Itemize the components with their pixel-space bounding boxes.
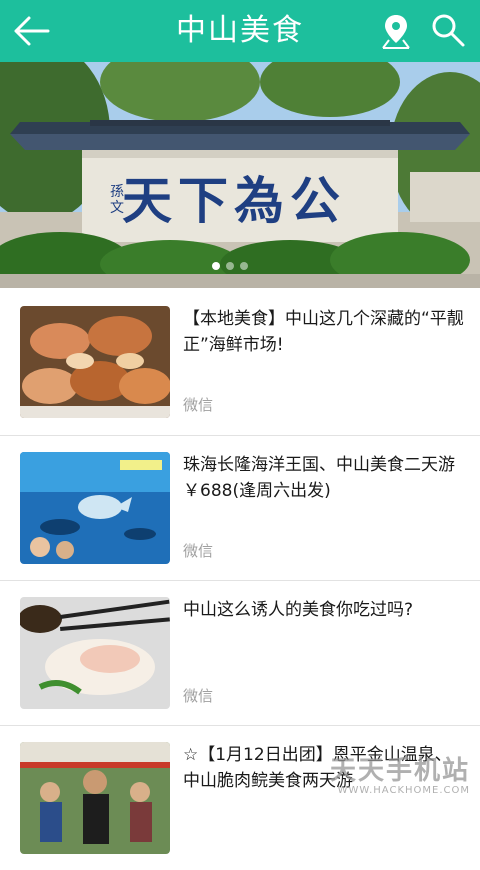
list-item[interactable]: 【本地美食】中山这几个深藏的“平靓正”海鲜市场! 微信 <box>0 290 480 435</box>
carousel-dot-active <box>212 262 220 270</box>
app-header: 中山美食 <box>0 0 480 62</box>
list-item[interactable]: 中山这么诱人的美食你吃过吗? 微信 <box>0 580 480 725</box>
list-item[interactable]: 珠海长隆海洋王国、中山美食二天游￥688(逢周六出发) 微信 <box>0 435 480 580</box>
search-icon[interactable] <box>430 12 466 48</box>
watermark: 天天手机站 WWW.HACKHOME.COM <box>330 757 470 796</box>
carousel-dot <box>240 262 248 270</box>
ocean-park-thumbnail <box>20 452 170 564</box>
article-title: 中山这么诱人的美食你吃过吗? <box>183 597 468 623</box>
map-pin-icon[interactable] <box>380 12 412 50</box>
article-title: 【本地美食】中山这几个深藏的“平靓正”海鲜市场! <box>183 306 468 358</box>
rice-roll-thumbnail <box>20 597 170 709</box>
article-source: 微信 <box>183 685 213 706</box>
watermark-url: WWW.HACKHOME.COM <box>330 785 470 796</box>
watermark-title: 天天手机站 <box>330 757 470 785</box>
banner-caption: 天下為公 <box>122 166 382 236</box>
article-source: 微信 <box>183 394 213 415</box>
list-item[interactable]: ☆【1月12日出团】恩平金山温泉、中山脆肉鲩美食两天游 <box>0 725 480 870</box>
carousel-dot <box>226 262 234 270</box>
tour-group-thumbnail <box>20 742 170 854</box>
article-title: 珠海长隆海洋王国、中山美食二天游￥688(逢周六出发) <box>183 452 468 504</box>
seafood-thumbnail <box>20 306 170 418</box>
article-source: 微信 <box>183 540 213 561</box>
carousel-indicator <box>212 262 248 270</box>
banner-carousel[interactable]: 孫文 天下為公 <box>0 62 480 288</box>
